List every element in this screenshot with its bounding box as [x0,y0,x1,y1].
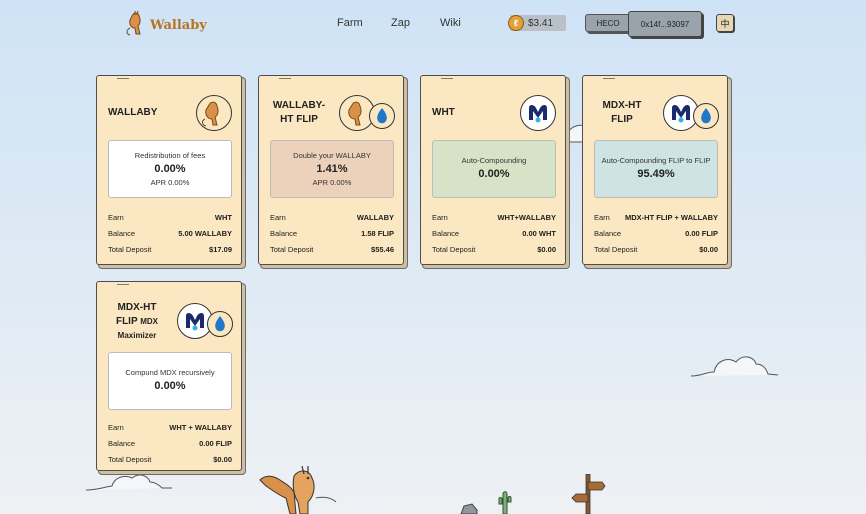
card-stats: Earn WHT + WALLABY Balance 0.00 FLIP Total… [108,419,232,467]
ht-token-icon [693,103,719,129]
card-title: MDX-HT FLIP MDX Maximizer [115,302,159,340]
apy-box: Compund MDX recursively 0.00% [108,352,232,410]
apy-box: Auto-Compounding FLIP to FLIP 95.49% [594,140,718,198]
brand-name: Wallaby [150,17,207,33]
stat-balance: Balance 0.00 FLIP [108,438,232,448]
wallaby-token-icon [196,95,232,131]
card-title: WHT [432,107,455,118]
wallet-address-button[interactable]: 0x14f...93097 [628,11,702,37]
token-price-value: $3.41 [528,17,554,29]
apy-value: 1.41% [316,163,348,175]
stat-balance: Balance 5.00 WALLABY [108,228,232,238]
card-divider [117,78,129,79]
apr-value: APR 0.00% [150,178,190,187]
nav-zap[interactable]: Zap [391,17,410,29]
apy-value: 0.00% [154,380,186,392]
stat-balance: Balance 0.00 WHT [432,228,556,238]
stat-earn: Earn WHT + WALLABY [108,422,232,432]
stat-total-deposit: Total Deposit $0.00 [432,244,556,254]
apy-value: 0.00% [154,163,186,175]
rock-icon [460,503,478,514]
card-title: WALLABY- HT FLIP [272,100,326,125]
apy-value: 95.49% [637,168,675,180]
network-badge[interactable]: HECO [585,14,631,32]
apy-description: Auto-Compounding FLIP to FLIP [601,156,711,165]
apy-description: Double your WALLABY [293,151,371,160]
apy-box: Double your WALLABY 1.41% APR 0.00% [270,140,394,198]
brand-logo[interactable]: Wallaby [126,10,207,36]
token-price: ℓ $3.41 [508,15,566,31]
vault-card-mdx-maximizer[interactable]: MDX-HT FLIP MDX Maximizer Compund MDX re… [96,281,242,471]
apy-value: 0.00% [478,168,510,180]
cloud-left [85,474,172,491]
card-title: WALLABY [108,107,158,118]
stat-total-deposit: Total Deposit $0.00 [594,244,718,254]
stat-total-deposit: Total Deposit $0.00 [108,454,232,464]
vault-card-wallaby-ht-flip[interactable]: WALLABY- HT FLIP Double your WALLABY 1.4… [258,75,404,265]
card-divider [279,78,291,79]
ht-token-icon [207,311,233,337]
stat-total-deposit: Total Deposit $17.09 [108,244,232,254]
wallaby-coin-icon: ℓ [508,15,524,31]
stat-total-deposit: Total Deposit $55.46 [270,244,394,254]
stat-earn: Earn WHT [108,212,232,222]
stat-earn: Earn WALLABY [270,212,394,222]
kangaroo-illustration [259,465,337,514]
nav-farm[interactable]: Farm [337,17,363,29]
card-stats: Earn MDX-HT FLIP + WALLABY Balance 0.00 FL… [594,209,718,257]
language-toggle[interactable]: 中 [716,14,734,32]
apy-description: Redistribution of fees [134,151,206,160]
vault-card-mdx-ht-flip[interactable]: MDX-HT FLIP Auto-Compounding FLIP to FLI… [582,75,728,265]
card-divider [117,284,129,285]
ht-token-icon [369,103,395,129]
card-stats: Earn WHT+WALLABY Balance 0.00 WHT Total De… [432,209,556,257]
vault-card-wht[interactable]: WHT Auto-Compounding 0.00% Earn WHT+WALLA… [420,75,566,265]
apr-value: APR 0.00% [312,178,352,187]
stat-balance: Balance 0.00 FLIP [594,228,718,238]
stat-earn: Earn WHT+WALLABY [432,212,556,222]
card-title: MDX-HT FLIP [602,100,642,125]
card-divider [441,78,453,79]
apy-description: Auto-Compounding [461,156,527,165]
card-divider [603,78,615,79]
stat-earn: Earn MDX-HT FLIP + WALLABY [594,212,718,222]
vault-card-wallaby[interactable]: WALLABY Redistribution of fees 0.00% APR… [96,75,242,265]
apy-box: Redistribution of fees 0.00% APR 0.00% [108,140,232,198]
apy-box: Auto-Compounding 0.00% [432,140,556,198]
cactus-icon [498,491,512,514]
cloud-right [690,356,779,377]
wallaby-logo-icon [126,10,141,36]
nav-wiki[interactable]: Wiki [440,17,461,29]
card-stats: Earn WHT Balance 5.00 WALLABY Total Deposi… [108,209,232,257]
apy-description: Compund MDX recursively [125,368,215,377]
card-stats: Earn WALLABY Balance 1.58 FLIP Total Depos… [270,209,394,257]
signpost-icon [571,474,606,514]
mdx-token-icon [520,95,556,131]
stat-balance: Balance 1.58 FLIP [270,228,394,238]
